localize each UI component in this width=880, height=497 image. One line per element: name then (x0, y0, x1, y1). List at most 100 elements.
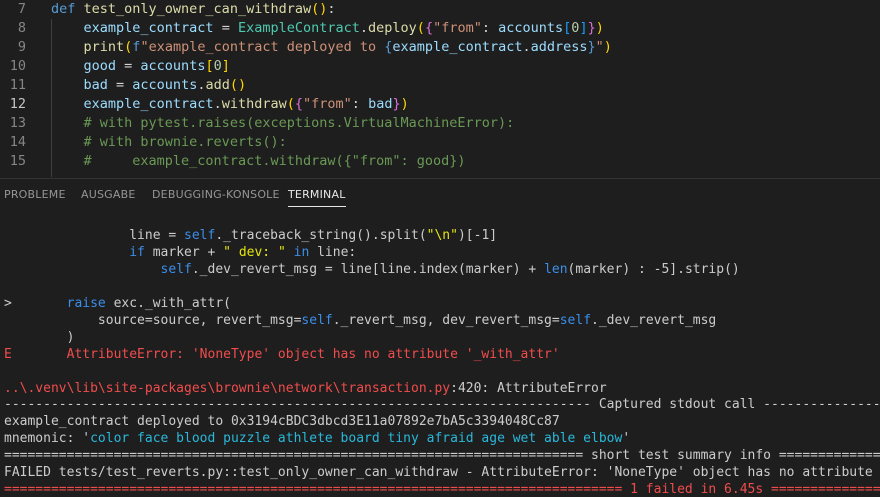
code-line[interactable]: 8 example_contract = ExampleContract.dep… (0, 19, 880, 38)
code-token: 0 (213, 58, 222, 74)
terminal-text: ========================================… (4, 448, 880, 463)
code-token: : (481, 20, 499, 36)
terminal-line: self._dev_revert_msg = line[line.index(m… (4, 261, 740, 278)
code-line[interactable]: 12 example_contract.withdraw({"from": ba… (0, 95, 880, 114)
terminal-text: ._dev_revert_msg = line[line.index(marke… (191, 262, 545, 277)
code-token: deploy (368, 20, 417, 36)
terminal-text: mnemonic: ' (4, 431, 91, 446)
terminal-output[interactable]: line = self ._traceback_string().split("\… (0, 211, 880, 497)
code-token: = (116, 58, 141, 74)
terminal-line: FAILED tests/test_reverts.py::test_only_… (4, 464, 880, 481)
line-number: 7 (17, 1, 26, 17)
code-token: "example_contract deployed to (140, 39, 385, 55)
code-line[interactable]: 13 # with pytest.raises(exceptions.Virtu… (0, 114, 880, 133)
tab-debugging-konsole[interactable]: DEBUGGING-KONSOLE (152, 188, 280, 201)
terminal-text: (marker) : - (567, 262, 662, 277)
terminal-text: "\n" (426, 228, 458, 243)
line-number: 14 (9, 134, 26, 150)
code-token: ) (400, 96, 409, 112)
terminal-line: if marker + " dev: " in line: (4, 244, 356, 261)
terminal-text: raise (66, 296, 106, 311)
code-line[interactable]: 7 def test_only_owner_can_withdraw(): (0, 0, 880, 19)
terminal-text: ========================================… (4, 482, 880, 497)
code-token: def (51, 1, 84, 17)
code-token: # with brownie.reverts(): (83, 134, 287, 150)
code-editor[interactable]: 7 def test_only_owner_can_withdraw(): 8 ex… (0, 0, 880, 177)
code-token: ( (229, 77, 238, 93)
terminal-line: ----------------------------------------… (4, 396, 880, 413)
code-token: "from" (433, 20, 482, 36)
code-token: ( (286, 96, 295, 112)
terminal-line: example_contract deployed to 0x3194cBDC3… (4, 413, 560, 430)
code-text: # example_contract.withdraw({"from": goo… (51, 152, 466, 171)
code-token: bad (83, 77, 108, 93)
terminal-text: line = (4, 228, 185, 243)
code-text: example_contract.withdraw({"from": bad}) (51, 95, 409, 114)
terminal-text: ._dev_revert_msg (591, 313, 717, 328)
terminal-line: ========================================… (4, 447, 880, 464)
terminal-line: E AttributeError: 'NoneType' object has … (4, 346, 560, 363)
terminal-text: " dev: " (223, 245, 286, 260)
code-token: ( (311, 1, 320, 17)
code-text: example_contract = ExampleContract.deplo… (51, 19, 604, 38)
tab-probleme[interactable]: PROBLEME (4, 188, 66, 201)
line-number: 8 (17, 20, 26, 36)
terminal-text: 1] (481, 228, 498, 243)
code-text: bad = accounts.add() (51, 76, 247, 95)
code-line[interactable]: 14 # with brownie.reverts(): (0, 133, 880, 152)
tab-terminal[interactable]: TERMINAL (288, 188, 346, 207)
code-token: " (595, 39, 604, 55)
code-token: ) (603, 39, 612, 55)
terminal-text: line: (309, 245, 357, 260)
line-number: 15 (9, 153, 26, 169)
code-token: example_contract (392, 39, 523, 55)
terminal-text: 5].strip() (661, 262, 740, 277)
code-token: # example_contract.withdraw({"from": goo… (83, 153, 466, 169)
code-line[interactable]: 15 # example_contract.withdraw({"from": … (0, 152, 880, 171)
line-number: 11 (9, 77, 26, 93)
terminal-text: self (301, 313, 333, 328)
code-token: : (327, 1, 336, 17)
code-token: example_contract (83, 20, 214, 36)
code-line[interactable]: 9 print(f"example_contract deployed to {… (0, 38, 880, 57)
code-text: # with pytest.raises(exceptions.VirtualM… (51, 114, 515, 133)
code-token: [ (205, 58, 214, 74)
terminal-text: in (293, 245, 310, 260)
terminal-text: E AttributeError: 'NoneType' object has … (4, 347, 560, 362)
line-number: 13 (9, 115, 26, 131)
terminal-text: example_contract deployed to 0x3194cBDC3… (4, 414, 560, 429)
code-token: address (530, 39, 588, 55)
terminal-line: ) (4, 329, 75, 346)
code-text: # with brownie.reverts(): (51, 133, 287, 152)
code-token: withdraw (221, 96, 287, 112)
terminal-text: FAILED tests/test_reverts.py::test_only_… (4, 465, 880, 480)
terminal-text: ) (4, 330, 75, 345)
code-line[interactable]: 11 bad = accounts.add() (0, 76, 880, 95)
code-line[interactable]: 10 good = accounts[0] (0, 57, 880, 76)
code-token: print (83, 39, 125, 55)
terminal-line: ..\.venv\lib\site-packages\brownie\netwo… (4, 380, 607, 397)
code-token: test_only_owner_can_withdraw (83, 1, 312, 17)
terminal-text: len (544, 262, 568, 277)
code-token: accounts (140, 58, 206, 74)
code-token: } (392, 96, 401, 112)
code-token: ( (416, 20, 425, 36)
code-token: example_contract (83, 96, 214, 112)
code-token: accounts (498, 20, 564, 36)
code-token: ExampleContract (237, 20, 360, 36)
terminal-text: ._traceback_string().split( (215, 228, 427, 243)
code-text: print(f"example_contract deployed to {ex… (51, 38, 612, 57)
code-text: def test_only_owner_can_withdraw(): (51, 0, 336, 19)
code-token: ] (221, 58, 230, 74)
code-token: : (351, 96, 369, 112)
tab-ausgabe[interactable]: AUSGABE (81, 188, 136, 201)
terminal-text: ._revert_msg, dev_revert_msg= (332, 313, 560, 328)
terminal-text: )[- (457, 228, 482, 243)
line-number: 10 (9, 58, 26, 74)
